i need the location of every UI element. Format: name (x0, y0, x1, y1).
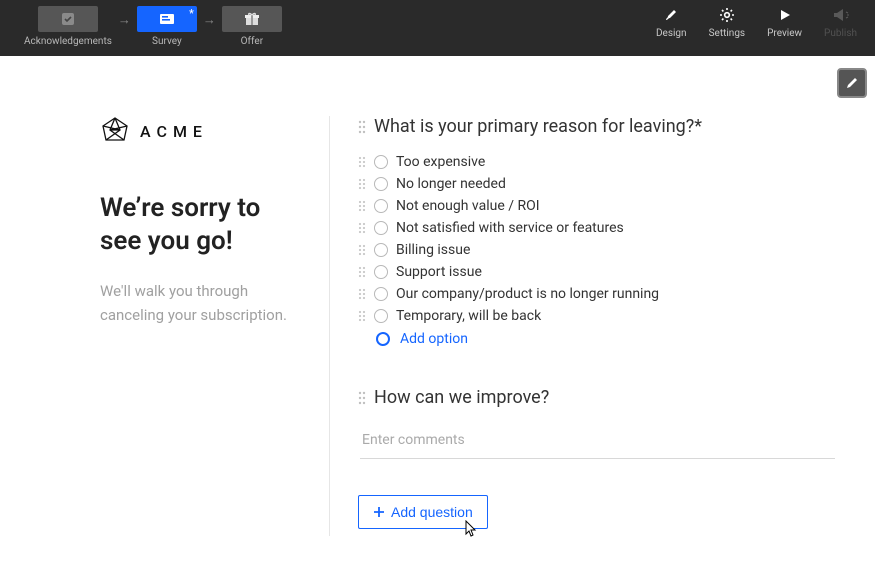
logo-icon (100, 116, 130, 146)
option-row[interactable]: Not enough value / ROI (358, 195, 835, 217)
page-heading: We’re sorry to see you go! (100, 192, 301, 257)
radio-icon (374, 199, 388, 213)
gear-icon (718, 6, 736, 24)
option-label: Not satisfied with service or features (396, 220, 624, 236)
add-option-label: Add option (400, 331, 468, 347)
radio-icon (374, 287, 388, 301)
main-content: ACME We’re sorry to see you go! We'll wa… (0, 56, 875, 536)
crumb-offer-label: Offer (241, 36, 263, 47)
drag-handle-icon[interactable] (358, 178, 366, 190)
option-label: No longer needed (396, 176, 506, 192)
vertical-divider (329, 116, 330, 536)
option-label: Temporary, will be back (396, 308, 541, 324)
play-icon (776, 6, 794, 24)
plus-icon (373, 506, 385, 518)
drag-handle-icon[interactable] (358, 288, 366, 300)
megaphone-icon (832, 6, 850, 24)
topbar: Acknowledgements → * Survey → Offer Desi… (0, 0, 875, 56)
drag-handle-icon[interactable] (358, 391, 366, 405)
crumb-survey-label: Survey (152, 36, 182, 47)
option-label: Billing issue (396, 242, 470, 258)
chevron-right-icon: → (197, 6, 222, 28)
radio-icon (374, 309, 388, 323)
option-row[interactable]: Support issue (358, 261, 835, 283)
crumb-acknowledgements[interactable]: Acknowledgements (24, 6, 112, 47)
pencil-icon (845, 76, 859, 90)
question-2: How can we improve? Enter comments (358, 387, 835, 459)
crumb-offer-icon (222, 6, 282, 32)
publish-button: Publish (824, 6, 857, 39)
option-row[interactable]: Not satisfied with service or features (358, 217, 835, 239)
drag-handle-icon[interactable] (358, 244, 366, 256)
toolbar: Design Settings Preview Publish (656, 6, 863, 39)
radio-icon (374, 221, 388, 235)
option-row[interactable]: Our company/product is no longer running (358, 283, 835, 305)
preview-button[interactable]: Preview (767, 6, 802, 39)
option-row[interactable]: Temporary, will be back (358, 305, 835, 327)
option-label: Too expensive (396, 154, 485, 170)
drag-handle-icon[interactable] (358, 222, 366, 234)
radio-icon (374, 265, 388, 279)
question-2-title[interactable]: How can we improve? (374, 387, 549, 408)
add-option-button[interactable]: Add option (376, 327, 835, 351)
modified-indicator: * (189, 7, 194, 20)
radio-icon (374, 155, 388, 169)
crumb-survey-icon: * (137, 6, 197, 32)
drag-handle-icon[interactable] (358, 200, 366, 212)
radio-icon (374, 243, 388, 257)
brush-icon (662, 6, 680, 24)
option-label: Our company/product is no longer running (396, 286, 659, 302)
crumb-offer[interactable]: Offer (222, 6, 282, 47)
brand-name: ACME (140, 122, 208, 141)
option-row[interactable]: Too expensive (358, 151, 835, 173)
add-question-label: Add question (391, 504, 473, 520)
drag-handle-icon[interactable] (358, 266, 366, 278)
crumb-survey[interactable]: * Survey (137, 6, 197, 47)
chevron-right-icon: → (112, 6, 137, 28)
drag-handle-icon[interactable] (358, 120, 366, 134)
settings-button[interactable]: Settings (709, 6, 746, 39)
drag-handle-icon[interactable] (358, 156, 366, 168)
question-1-title[interactable]: What is your primary reason for leaving?… (374, 116, 702, 137)
question-1: What is your primary reason for leaving?… (358, 116, 835, 351)
radio-plus-icon (376, 332, 390, 346)
comments-input[interactable]: Enter comments (360, 422, 835, 459)
option-row[interactable]: No longer needed (358, 173, 835, 195)
left-column: ACME We’re sorry to see you go! We'll wa… (100, 116, 325, 536)
brand-logo: ACME (100, 116, 301, 146)
option-label: Support issue (396, 264, 482, 280)
option-row[interactable]: Billing issue (358, 239, 835, 261)
add-question-button[interactable]: Add question (358, 495, 488, 529)
radio-icon (374, 177, 388, 191)
survey-editor: What is your primary reason for leaving?… (358, 116, 875, 536)
cursor-icon (461, 520, 477, 540)
design-button[interactable]: Design (656, 6, 687, 39)
edit-button[interactable] (837, 68, 867, 98)
option-label: Not enough value / ROI (396, 198, 540, 214)
crumb-acknowledgements-label: Acknowledgements (24, 36, 112, 47)
drag-handle-icon[interactable] (358, 310, 366, 322)
page-subtext: We'll walk you through canceling your su… (100, 279, 301, 327)
crumb-acknowledgements-icon (38, 6, 98, 32)
breadcrumb: Acknowledgements → * Survey → Offer (24, 6, 282, 47)
